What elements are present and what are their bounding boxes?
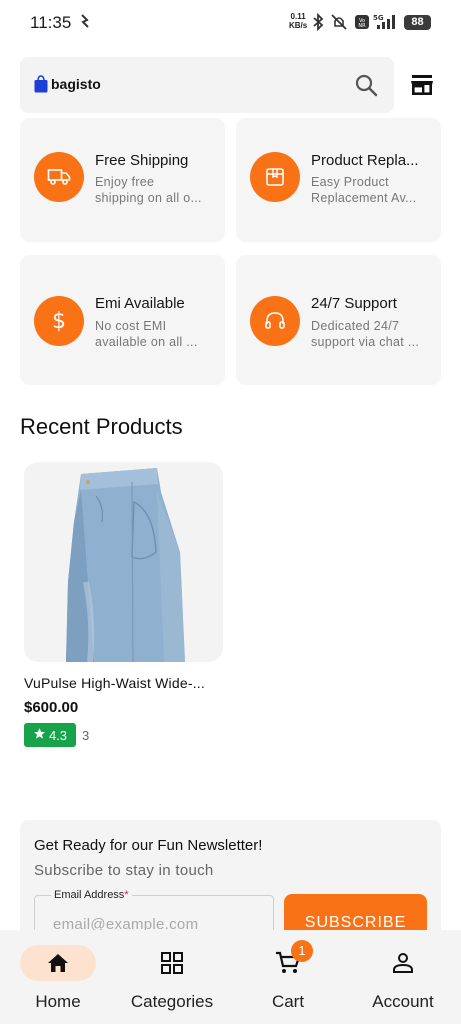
feature-title: 24/7 Support — [311, 295, 397, 312]
rating-badge: 4.3 — [24, 723, 76, 747]
feature-title: Product Repla... — [311, 152, 419, 169]
nav-label: Home — [35, 992, 81, 1011]
rating-count: 3 — [82, 728, 90, 743]
feature-desc: No cost EMI available on all ... — [95, 319, 198, 349]
volte-icon: Vo NR — [354, 13, 370, 36]
feature-card-replacement[interactable]: Product Repla... Easy Product Replacemen… — [236, 118, 441, 242]
newsletter-title: Get Ready for our Fun Newsletter! — [34, 837, 263, 854]
rating-value: 4.3 — [48, 727, 68, 743]
svg-text:NR: NR — [358, 23, 366, 29]
product-image[interactable] — [24, 462, 223, 662]
nav-account[interactable]: Account — [360, 930, 446, 1024]
newsletter-subtitle: Subscribe to stay in touch — [34, 862, 214, 879]
nav-home[interactable]: Home — [20, 930, 96, 1024]
search-bar[interactable]: bagisto — [20, 57, 394, 113]
truck-icon — [34, 152, 84, 202]
svg-text:5G: 5G — [373, 14, 384, 22]
dollar-icon: $ — [34, 296, 84, 346]
bottom-nav: Home Categories 1 Cart Account — [0, 930, 461, 1024]
feature-desc: Dedicated 24/7 support via chat ... — [311, 319, 420, 349]
feature-desc: Easy Product Replacement Av... — [311, 175, 417, 205]
nav-cart[interactable]: 1 Cart — [250, 930, 326, 1024]
feature-card-support[interactable]: 24/7 Support Dedicated 24/7 support via … — [236, 255, 441, 385]
person-icon — [365, 945, 441, 981]
logo-text: bagisto — [51, 76, 101, 92]
box-icon — [250, 152, 300, 202]
network-activity-icon — [80, 14, 90, 31]
bagisto-logo: bagisto — [34, 75, 101, 93]
net-speed: 0.11 KB/s — [289, 12, 308, 30]
star-icon — [33, 727, 46, 743]
feature-desc: Enjoy free shipping on all o... — [95, 175, 202, 205]
nav-categories[interactable]: Categories — [122, 930, 222, 1024]
product-price: $600.00 — [24, 699, 79, 716]
status-bar: 11:35 0.11 KB/s Vo NR 5G 88 — [0, 0, 461, 46]
signal-5g-icon: 5G — [373, 13, 400, 36]
bag-logo-icon — [34, 75, 48, 93]
cart-icon: 1 — [250, 940, 326, 981]
mute-icon — [330, 13, 348, 36]
home-icon — [20, 945, 96, 981]
feature-title: Emi Available — [95, 295, 185, 312]
search-icon[interactable] — [354, 73, 378, 97]
feature-title: Free Shipping — [95, 152, 189, 169]
jeans-image — [66, 468, 185, 662]
headphones-icon — [250, 296, 300, 346]
battery-icon: 88 — [404, 15, 431, 30]
store-icon[interactable] — [409, 73, 435, 97]
status-time: 11:35 — [30, 13, 72, 32]
email-label: Email Address* — [51, 889, 132, 901]
nav-label: Categories — [130, 992, 214, 1011]
bluetooth-icon — [312, 12, 324, 36]
section-title: Recent Products — [20, 414, 183, 439]
nav-label: Cart — [271, 992, 305, 1011]
nav-label: Account — [372, 992, 434, 1011]
feature-card-emi[interactable]: $ Emi Available No cost EMI available on… — [20, 255, 225, 385]
product-name[interactable]: VuPulse High-Waist Wide-... — [24, 675, 224, 691]
feature-card-shipping[interactable]: Free Shipping Enjoy free shipping on all… — [20, 118, 225, 242]
grid-icon — [134, 945, 210, 981]
cart-badge: 1 — [291, 940, 313, 962]
